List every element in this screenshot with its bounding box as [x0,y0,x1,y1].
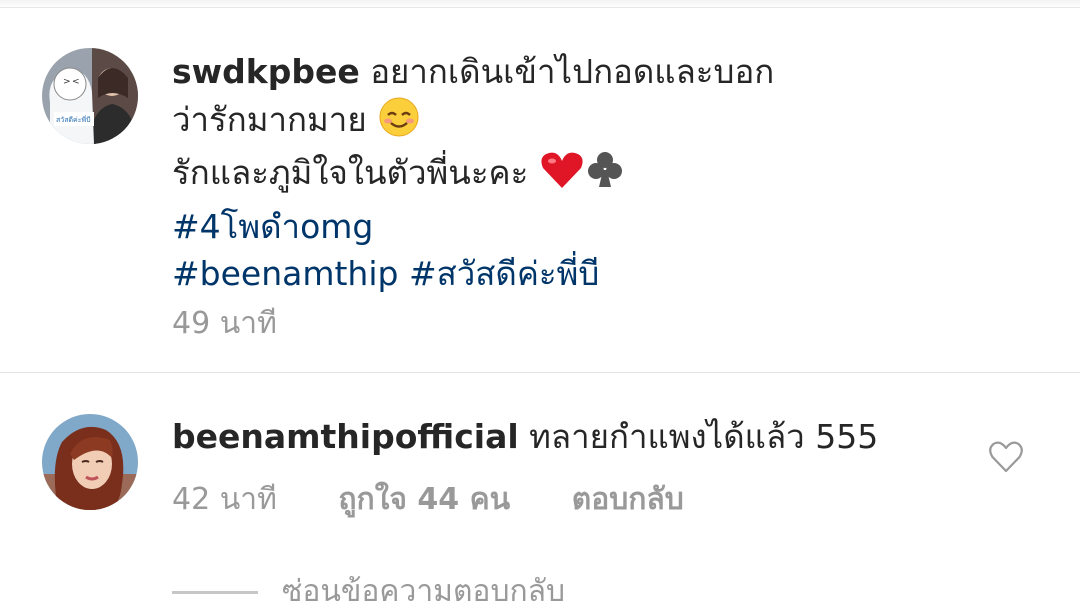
comment-time: 49 นาที [172,306,277,341]
red-heart-icon [539,150,585,203]
hashtag-link[interactable]: #4โพดำomg [172,203,952,251]
comment-text: ทลายกำแพงได้แล้ว 555 [529,417,879,456]
comment-time: 42 นาที [172,482,277,517]
comment-meta: 49 นาที [172,300,277,347]
avatar[interactable] [42,414,138,510]
reply-button[interactable]: ตอบกลับ [572,476,684,523]
club-suit-icon [585,150,625,203]
comment-body: beenamthipofficial ทลายกำแพงได้แล้ว 555 [172,413,952,461]
likes-count-button[interactable]: ถูกใจ 44 คน [338,476,510,523]
comment-body: swdkpbee อยากเดินเข้าไปกอดและบอก ว่ารักม… [172,48,952,298]
avatar-caption: สวัสดีค่ะพี่บี [56,115,91,124]
svg-text:>: > [63,77,71,87]
hashtag-link[interactable]: #beenamthip #สวัสดีค่ะพี่บี [172,250,952,298]
comment-text-line: ว่ารักมากมาย [172,99,367,139]
comment-username[interactable]: swdkpbee [172,52,360,91]
top-divider [0,0,1080,8]
comment-meta: 42 นาที ถูกใจ 44 คน ตอบกลับ [172,476,684,523]
comment-username[interactable]: beenamthipofficial [172,417,519,456]
comment-divider [0,372,1080,373]
smiling-face-icon [377,97,421,150]
avatar[interactable]: > < สวัสดีค่ะพี่บี [42,48,138,144]
like-button[interactable] [988,440,1024,474]
comment-text-line: รักและภูมิใจในตัวพี่นะคะ [172,153,529,192]
svg-text:<: < [72,77,80,87]
heart-outline-icon [989,441,1023,473]
comment-text-line: อยากเดินเข้าไปกอดและบอก [370,52,775,91]
hide-replies-line [172,591,258,594]
